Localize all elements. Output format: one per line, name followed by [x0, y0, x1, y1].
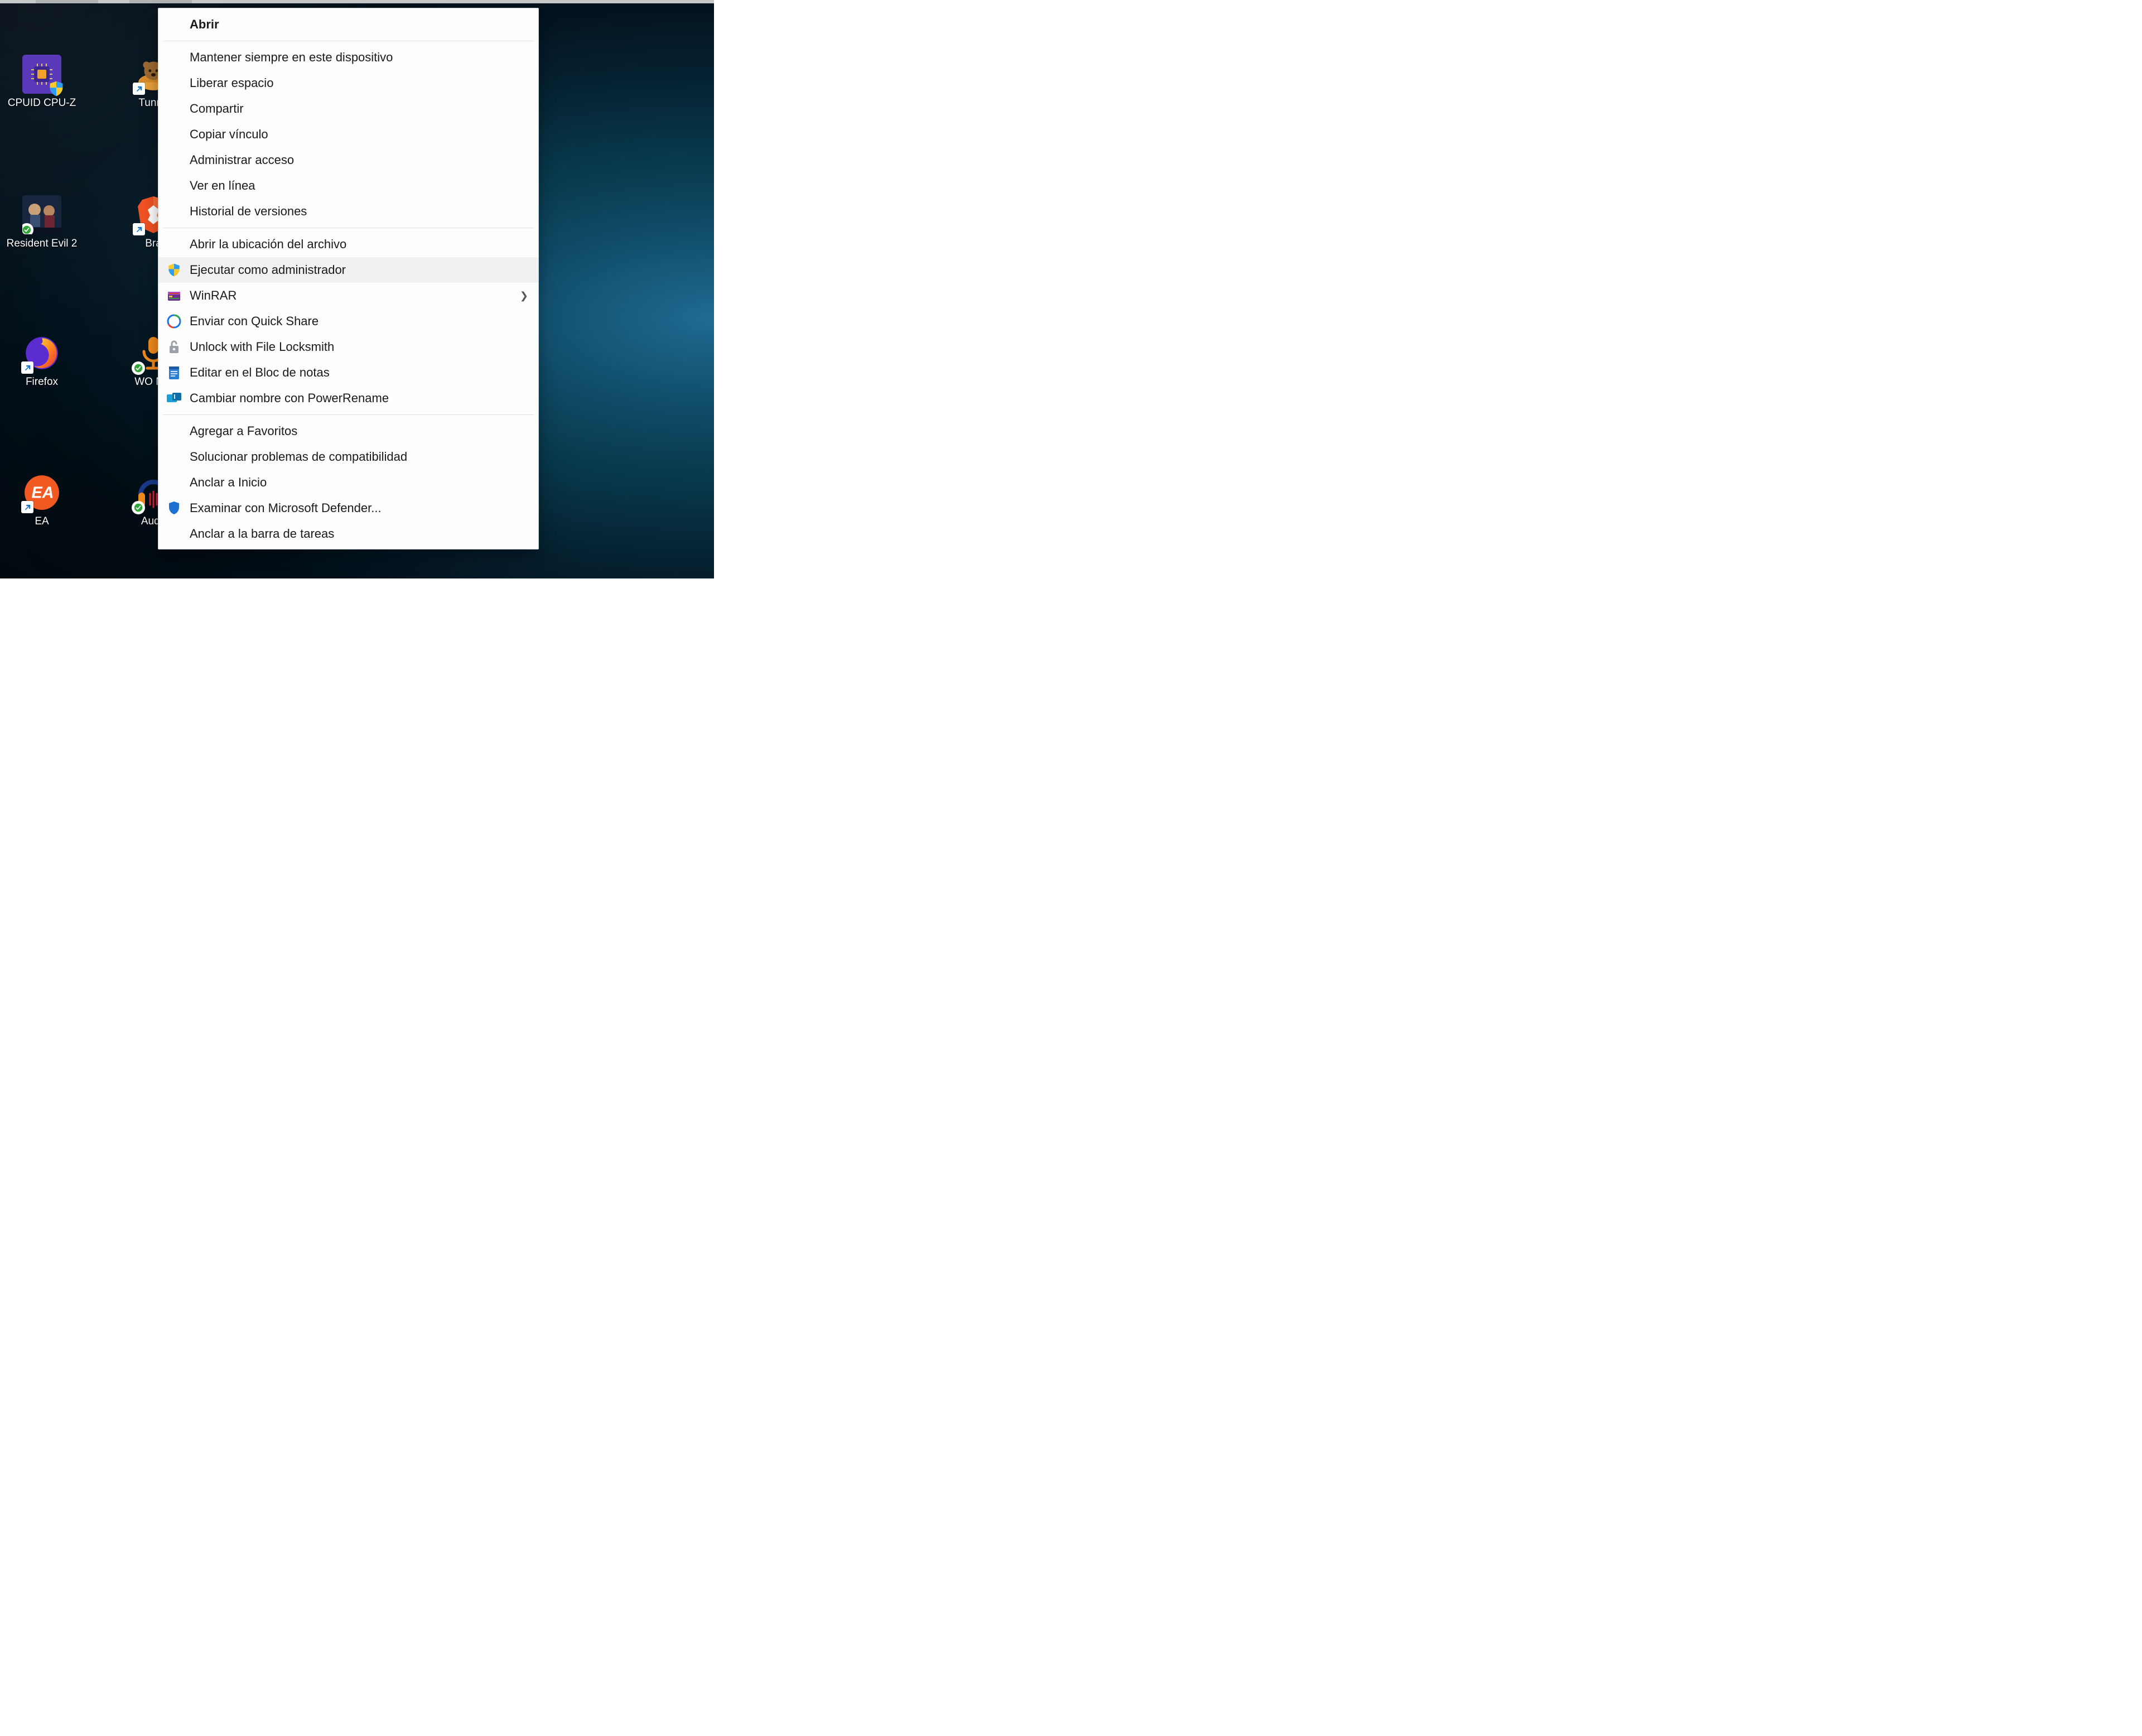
window-top-strip — [0, 0, 714, 3]
menu-item-pin-start[interactable]: Anclar a Inicio — [158, 470, 538, 495]
menu-item-label: Administrar acceso — [190, 153, 294, 167]
desktop-icon-label: Firefox — [26, 376, 58, 388]
menu-item-add-favorites[interactable]: Agregar a Favoritos — [158, 418, 538, 444]
desktop-icon-resident-evil-2[interactable]: Resident Evil 2 — [0, 195, 84, 250]
quickshare-icon — [167, 314, 181, 329]
shortcut-overlay-icon — [21, 501, 33, 513]
desktop-icon-ea[interactable]: EA EA — [0, 473, 84, 528]
desktop-icon-cpuid-cpu-z[interactable]: CPUID CPU-Z — [0, 55, 84, 109]
unlock-icon — [167, 340, 181, 354]
uac-shield-icon — [167, 263, 181, 277]
menu-item-label: Compartir — [190, 102, 244, 116]
menu-item-quick-share[interactable]: Enviar con Quick Share — [158, 308, 538, 334]
menu-item-label: Anclar a la barra de tareas — [190, 527, 334, 541]
menu-item-label: Ejecutar como administrador — [190, 263, 346, 277]
desktop[interactable]: CPUID CPU-Z Resident Evil 2 — [0, 0, 714, 578]
menu-item-label: Unlock with File Locksmith — [190, 340, 334, 354]
menu-item-keep-on-device[interactable]: Mantener siempre en este dispositivo — [158, 45, 538, 70]
winrar-icon — [167, 288, 181, 303]
menu-item-label: Abrir — [190, 17, 219, 32]
menu-item-label: Copiar vínculo — [190, 127, 268, 142]
uac-shield-icon — [48, 80, 65, 97]
chevron-right-icon: ❯ — [520, 290, 528, 302]
defender-shield-icon — [168, 501, 180, 515]
menu-item-label: Liberar espacio — [190, 76, 273, 90]
shortcut-overlay-icon — [21, 361, 33, 374]
desktop-icon-label: CPUID CPU-Z — [8, 97, 76, 109]
menu-item-label: Ver en línea — [190, 179, 255, 193]
menu-item-edit-notepad[interactable]: Editar en el Bloc de notas — [158, 360, 538, 385]
notepad-icon — [167, 365, 181, 380]
desktop-icon-label: Resident Evil 2 — [7, 238, 78, 250]
menu-item-pin-taskbar[interactable]: Anclar a la barra de tareas — [158, 521, 538, 547]
menu-item-label: Mantener siempre en este dispositivo — [190, 50, 393, 65]
desktop-icon-firefox[interactable]: Firefox — [0, 334, 84, 388]
menu-item-view-online[interactable]: Ver en línea — [158, 173, 538, 199]
menu-item-label: Anclar a Inicio — [190, 475, 267, 490]
menu-item-power-rename[interactable]: Cambiar nombre con PowerRename — [158, 385, 538, 411]
menu-item-share[interactable]: Compartir — [158, 96, 538, 122]
menu-item-open-file-location[interactable]: Abrir la ubicación del archivo — [158, 232, 538, 257]
menu-item-run-as-admin[interactable]: Ejecutar como administrador — [158, 257, 538, 283]
shortcut-overlay-icon — [133, 223, 145, 235]
menu-item-label: Cambiar nombre con PowerRename — [190, 391, 389, 406]
menu-item-label: Enviar con Quick Share — [190, 314, 319, 329]
menu-item-label: Examinar con Microsoft Defender... — [190, 501, 382, 515]
sync-ok-icon — [134, 503, 143, 512]
menu-item-open[interactable]: Abrir — [158, 12, 538, 37]
shortcut-overlay-icon — [133, 83, 145, 95]
menu-item-label: Agregar a Favoritos — [190, 424, 297, 438]
sync-ok-icon — [134, 364, 143, 373]
menu-item-label: Historial de versiones — [190, 204, 307, 219]
menu-item-file-locksmith[interactable]: Unlock with File Locksmith — [158, 334, 538, 360]
menu-item-label: Abrir la ubicación del archivo — [190, 237, 346, 252]
menu-item-defender-scan[interactable]: Examinar con Microsoft Defender... — [158, 495, 538, 521]
power-rename-icon — [166, 392, 182, 404]
menu-item-label: WinRAR — [190, 288, 237, 303]
menu-item-label: Editar en el Bloc de notas — [190, 365, 330, 380]
menu-item-label: Solucionar problemas de compatibilidad — [190, 450, 407, 464]
menu-item-copy-link[interactable]: Copiar vínculo — [158, 122, 538, 147]
menu-item-compat-troubleshoot[interactable]: Solucionar problemas de compatibilidad — [158, 444, 538, 470]
sync-ok-icon — [22, 225, 31, 234]
menu-item-version-history[interactable]: Historial de versiones — [158, 199, 538, 224]
context-menu: Abrir Mantener siempre en este dispositi… — [158, 8, 539, 549]
menu-separator — [163, 414, 534, 415]
desktop-icon-label: EA — [35, 515, 49, 528]
svg-text:EA: EA — [31, 484, 54, 501]
menu-item-manage-access[interactable]: Administrar acceso — [158, 147, 538, 173]
menu-item-free-up-space[interactable]: Liberar espacio — [158, 70, 538, 96]
menu-item-winrar[interactable]: WinRAR ❯ — [158, 283, 538, 308]
